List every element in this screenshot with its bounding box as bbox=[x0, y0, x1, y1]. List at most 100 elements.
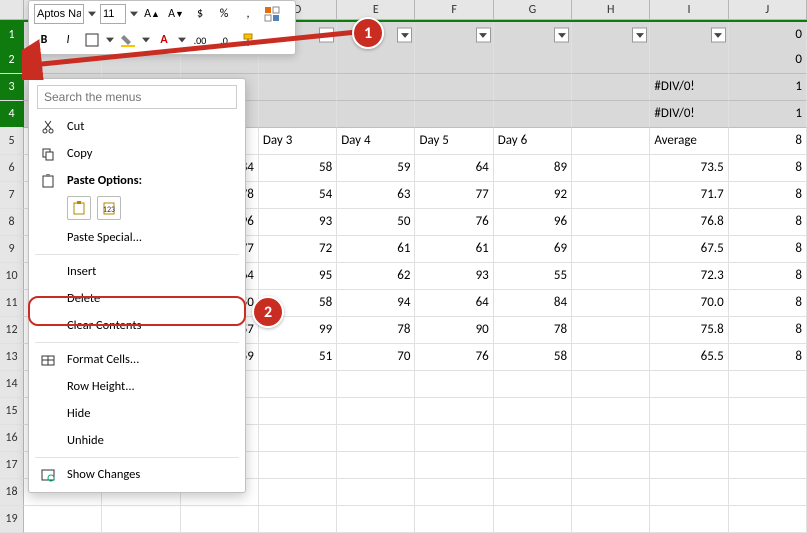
chevron-down-icon[interactable] bbox=[178, 33, 186, 48]
cell-G3[interactable] bbox=[494, 74, 572, 101]
cell-J13[interactable]: 8 bbox=[729, 344, 807, 371]
row-header-6[interactable]: 6 bbox=[0, 155, 24, 182]
paste-option-values[interactable]: 123 bbox=[97, 196, 121, 220]
cell-F12[interactable]: 90 bbox=[415, 317, 493, 344]
cell-H2[interactable] bbox=[572, 47, 650, 74]
cell-F17[interactable] bbox=[415, 452, 493, 479]
cell-H15[interactable] bbox=[572, 398, 650, 425]
chevron-down-icon[interactable] bbox=[130, 7, 138, 22]
conditional-formatting-icon[interactable] bbox=[262, 4, 282, 24]
cell-D14[interactable] bbox=[259, 371, 337, 398]
cell-D19[interactable] bbox=[259, 506, 337, 533]
cell-D3[interactable] bbox=[259, 74, 337, 101]
cell-F14[interactable] bbox=[415, 371, 493, 398]
cell-G19[interactable] bbox=[494, 506, 572, 533]
cell-I15[interactable] bbox=[650, 398, 728, 425]
cell-J6[interactable]: 8 bbox=[729, 155, 807, 182]
cell-H7[interactable] bbox=[572, 182, 650, 209]
cell-J14[interactable] bbox=[729, 371, 807, 398]
cell-H3[interactable] bbox=[572, 74, 650, 101]
filter-dropdown-icon[interactable] bbox=[711, 28, 726, 43]
cell-F5[interactable]: Day 5 bbox=[415, 128, 493, 155]
cell-H10[interactable] bbox=[572, 263, 650, 290]
cell-E14[interactable] bbox=[337, 371, 415, 398]
cell-E15[interactable] bbox=[337, 398, 415, 425]
cell-D9[interactable]: 72 bbox=[259, 236, 337, 263]
row-header-1[interactable]: 1 bbox=[0, 22, 24, 49]
decrease-decimal-button[interactable]: .00 bbox=[190, 30, 210, 50]
cell-G4[interactable] bbox=[494, 101, 572, 128]
paste-option-default[interactable] bbox=[67, 196, 91, 220]
increase-font-size-button[interactable]: A▲ bbox=[142, 4, 162, 24]
cell-F9[interactable]: 61 bbox=[415, 236, 493, 263]
cell-G17[interactable] bbox=[494, 452, 572, 479]
cell-D5[interactable]: Day 3 bbox=[259, 128, 337, 155]
cell-I8[interactable]: 76.8 bbox=[650, 209, 728, 236]
font-color-button[interactable]: A bbox=[154, 30, 174, 50]
cell-I11[interactable]: 70.0 bbox=[650, 290, 728, 317]
cell-E9[interactable]: 61 bbox=[337, 236, 415, 263]
cell-H4[interactable] bbox=[572, 101, 650, 128]
cell-A19[interactable] bbox=[24, 506, 102, 533]
cell-E17[interactable] bbox=[337, 452, 415, 479]
row-header-18[interactable]: 18 bbox=[0, 479, 24, 506]
row-header-17[interactable]: 17 bbox=[0, 452, 24, 479]
cell-E7[interactable]: 63 bbox=[337, 182, 415, 209]
cell-E11[interactable]: 94 bbox=[337, 290, 415, 317]
cell-I18[interactable] bbox=[650, 479, 728, 506]
cell-F4[interactable] bbox=[415, 101, 493, 128]
cell-D15[interactable] bbox=[259, 398, 337, 425]
cell-F6[interactable]: 64 bbox=[415, 155, 493, 182]
bold-button[interactable]: B bbox=[34, 30, 54, 50]
cell-I2[interactable] bbox=[650, 47, 728, 74]
row-header-15[interactable]: 15 bbox=[0, 398, 24, 425]
filter-dropdown-icon[interactable] bbox=[319, 28, 334, 43]
cell-G16[interactable] bbox=[494, 425, 572, 452]
menu-search-input[interactable] bbox=[37, 85, 237, 109]
col-header-I[interactable]: I bbox=[650, 0, 728, 20]
cell-I6[interactable]: 73.5 bbox=[650, 155, 728, 182]
col-header-J[interactable]: J bbox=[729, 0, 807, 20]
cell-D17[interactable] bbox=[259, 452, 337, 479]
row-header-16[interactable]: 16 bbox=[0, 425, 24, 452]
cell-J17[interactable] bbox=[729, 452, 807, 479]
border-button[interactable] bbox=[82, 30, 102, 50]
cell-H16[interactable] bbox=[572, 425, 650, 452]
menu-item-unhide[interactable]: Unhide bbox=[29, 427, 245, 454]
row-header-5[interactable]: 5 bbox=[0, 128, 24, 155]
cell-I4[interactable]: #DIV/0! bbox=[650, 101, 728, 128]
cell-E8[interactable]: 50 bbox=[337, 209, 415, 236]
menu-item-clear-contents[interactable]: Clear Contents bbox=[29, 312, 245, 339]
cell-I7[interactable]: 71.7 bbox=[650, 182, 728, 209]
cell-H17[interactable] bbox=[572, 452, 650, 479]
filter-dropdown-icon[interactable] bbox=[476, 28, 491, 43]
chevron-down-icon[interactable] bbox=[88, 7, 96, 22]
cell-J11[interactable]: 8 bbox=[729, 290, 807, 317]
cell-J18[interactable] bbox=[729, 479, 807, 506]
cell-E2[interactable] bbox=[337, 47, 415, 74]
cell-D13[interactable]: 51 bbox=[259, 344, 337, 371]
cell-I16[interactable] bbox=[650, 425, 728, 452]
cell-C19[interactable] bbox=[181, 506, 259, 533]
decrease-font-size-button[interactable]: A▼ bbox=[166, 4, 186, 24]
cell-E16[interactable] bbox=[337, 425, 415, 452]
cell-H11[interactable] bbox=[572, 290, 650, 317]
cell-G10[interactable]: 55 bbox=[494, 263, 572, 290]
cell-I14[interactable] bbox=[650, 371, 728, 398]
row-header-14[interactable]: 14 bbox=[0, 371, 24, 398]
row-header-13[interactable]: 13 bbox=[0, 344, 24, 371]
cell-H1[interactable] bbox=[572, 22, 650, 49]
cell-F3[interactable] bbox=[415, 74, 493, 101]
menu-item-hide[interactable]: Hide bbox=[29, 400, 245, 427]
row-header-11[interactable]: 11 bbox=[0, 290, 24, 317]
cell-D8[interactable]: 93 bbox=[259, 209, 337, 236]
cell-H8[interactable] bbox=[572, 209, 650, 236]
chevron-down-icon[interactable] bbox=[142, 33, 150, 48]
cell-E12[interactable]: 78 bbox=[337, 317, 415, 344]
cell-I10[interactable]: 72.3 bbox=[650, 263, 728, 290]
cell-F1[interactable] bbox=[415, 22, 493, 49]
cell-H5[interactable] bbox=[572, 128, 650, 155]
cell-H19[interactable] bbox=[572, 506, 650, 533]
cell-G7[interactable]: 92 bbox=[494, 182, 572, 209]
cell-H9[interactable] bbox=[572, 236, 650, 263]
